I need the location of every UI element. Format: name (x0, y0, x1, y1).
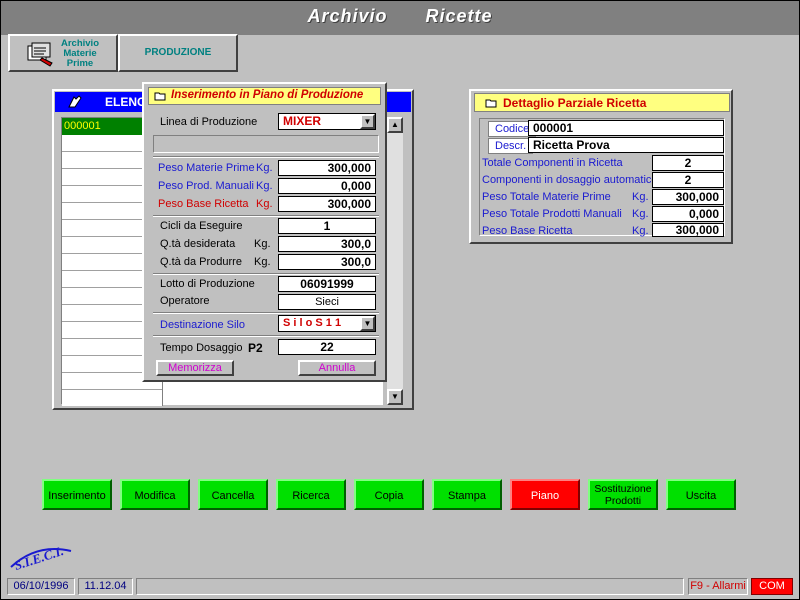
chevron-down-icon[interactable]: ▼ (360, 114, 375, 129)
memorizza-button[interactable]: Memorizza (156, 360, 234, 376)
dialog-title-bar: Inserimento in Piano di Produzione (148, 87, 381, 105)
operatore-field[interactable]: Sieci (278, 294, 376, 310)
recipe-detail-panel: Dettaglio Parziale Ricetta Codice 000001… (469, 89, 733, 244)
production-button[interactable]: PRODUZIONE (118, 34, 238, 72)
tempo-field[interactable]: 22 (278, 339, 376, 355)
peso-pm-unit: Kg. (256, 180, 273, 192)
list-scrollbar[interactable]: ▲ ▼ (387, 117, 403, 405)
title-part2: Ricette (425, 6, 493, 26)
sieci-logo: S.I.E.C.I. (10, 543, 72, 573)
title-part1: Archivio (307, 6, 388, 26)
detail-title-bar: Dettaglio Parziale Ricetta (474, 93, 730, 112)
production-plan-dialog: Inserimento in Piano di Produzione Linea… (142, 82, 387, 382)
qta-des-field[interactable]: 300,0 (278, 236, 376, 252)
linea-select[interactable]: MIXER ▼ (278, 113, 376, 130)
tempo-label: Tempo Dosaggio (160, 342, 243, 354)
qta-prod-label: Q.tà da Produrre (160, 256, 242, 268)
production-button-label: PRODUZIONE (144, 47, 212, 58)
alarms-status[interactable]: F9 - Allarmi (688, 578, 748, 595)
cicli-label: Cicli da Eseguire (160, 220, 243, 232)
linea-value: MIXER (283, 114, 322, 128)
scroll-down-icon[interactable]: ▼ (387, 389, 403, 405)
det-peso-pm-unit: Kg. (632, 208, 649, 220)
cicli-field[interactable]: 1 (278, 218, 376, 234)
sostituzione-button[interactable]: Sostituzione Prodotti (588, 479, 658, 510)
det-peso-base-label: Peso Base Ricetta (482, 225, 573, 237)
svg-text:S.I.E.C.I.: S.I.E.C.I. (12, 543, 65, 573)
chevron-down-icon[interactable]: ▼ (360, 316, 375, 331)
stampa-button[interactable]: Stampa (432, 479, 502, 510)
det-peso-mp-unit: Kg. (632, 191, 649, 203)
app-window: Archivio Ricette Archivio Materie Prime … (0, 0, 800, 600)
lotto-label: Lotto di Produzione (160, 278, 255, 290)
det-peso-pm-label: Peso Totale Prodotti Manuali (482, 208, 622, 220)
tot-comp-label: Totale Componenti in Ricetta (482, 157, 623, 169)
peso-mp-unit: Kg. (256, 162, 273, 174)
archive-icon (27, 42, 53, 67)
det-peso-mp-label: Peso Totale Materie Prime (482, 191, 611, 203)
dest-label: Destinazione Silo (160, 319, 245, 331)
annulla-button[interactable]: Annulla (298, 360, 376, 376)
det-peso-base-unit: Kg. (632, 225, 649, 237)
ricerca-button[interactable]: Ricerca (276, 479, 346, 510)
tempo-tag: P2 (248, 341, 263, 355)
qta-des-unit: Kg. (254, 238, 271, 250)
det-peso-mp-field[interactable]: 300,000 (652, 189, 724, 205)
codice-field[interactable]: 000001 (528, 120, 724, 136)
inserimento-button[interactable]: Inserimento (42, 479, 112, 510)
modifica-button[interactable]: Modifica (120, 479, 190, 510)
operatore-label: Operatore (160, 295, 210, 307)
app-title: Archivio Ricette (1, 6, 799, 27)
status-message (136, 578, 684, 595)
lotto-field[interactable]: 06091999 (278, 276, 376, 292)
peso-mp-field[interactable]: 300,000 (278, 160, 376, 176)
scroll-up-icon[interactable]: ▲ (387, 117, 403, 133)
uscita-button[interactable]: Uscita (666, 479, 736, 510)
archive-button-label: Archivio Materie Prime (60, 38, 99, 69)
peso-mp-label: Peso Materie Prime (158, 162, 255, 174)
piano-button[interactable]: Piano (510, 479, 580, 510)
dialog-title: Inserimento in Piano di Produzione (171, 89, 364, 101)
qta-prod-unit: Kg. (254, 256, 271, 268)
list-window-title: ELENC (105, 95, 146, 109)
com-status: COM (751, 578, 793, 595)
status-date: 06/10/1996 (7, 578, 75, 595)
dest-select[interactable]: S i l o S 1 1 ▼ (278, 315, 376, 332)
qta-des-label: Q.tà desiderata (160, 238, 236, 250)
peso-pm-label: Peso Prod. Manuali (158, 180, 254, 192)
peso-pm-field[interactable]: 0,000 (278, 178, 376, 194)
descr-field[interactable]: Ricetta Prova (528, 137, 724, 153)
comp-auto-field[interactable]: 2 (652, 172, 724, 188)
detail-title: Dettaglio Parziale Ricetta (503, 96, 647, 110)
list-item[interactable]: 000001 (62, 118, 146, 135)
detail-fields: Codice 000001 Descr. Ricetta Prova Total… (479, 118, 725, 237)
empty-field (153, 135, 379, 153)
status-time: 11.12.04 (78, 578, 133, 595)
peso-base-field[interactable]: 300,000 (278, 196, 376, 212)
comp-auto-label: Componenti in dosaggio automatico (482, 174, 658, 186)
dest-value: S i l o S 1 1 (283, 317, 342, 329)
folder-icon (485, 99, 497, 108)
cancella-button[interactable]: Cancella (198, 479, 268, 510)
qta-prod-field[interactable]: 300,0 (278, 254, 376, 270)
archive-materials-button[interactable]: Archivio Materie Prime (8, 34, 118, 72)
tot-comp-field[interactable]: 2 (652, 155, 724, 171)
folder-icon (154, 92, 166, 101)
descr-label: Descr. (488, 138, 534, 154)
det-peso-base-field[interactable]: 300,000 (652, 223, 724, 237)
status-bar: 06/10/1996 11.12.04 F9 - Allarmi COM (1, 575, 799, 599)
copia-button[interactable]: Copia (354, 479, 424, 510)
peso-base-label: Peso Base Ricetta (158, 198, 249, 210)
peso-base-unit: Kg. (256, 198, 273, 210)
det-peso-pm-field[interactable]: 0,000 (652, 206, 724, 222)
linea-label: Linea di Produzione (160, 116, 258, 128)
title-bar: Archivio Ricette (1, 1, 799, 35)
list-window-icon (68, 95, 82, 108)
